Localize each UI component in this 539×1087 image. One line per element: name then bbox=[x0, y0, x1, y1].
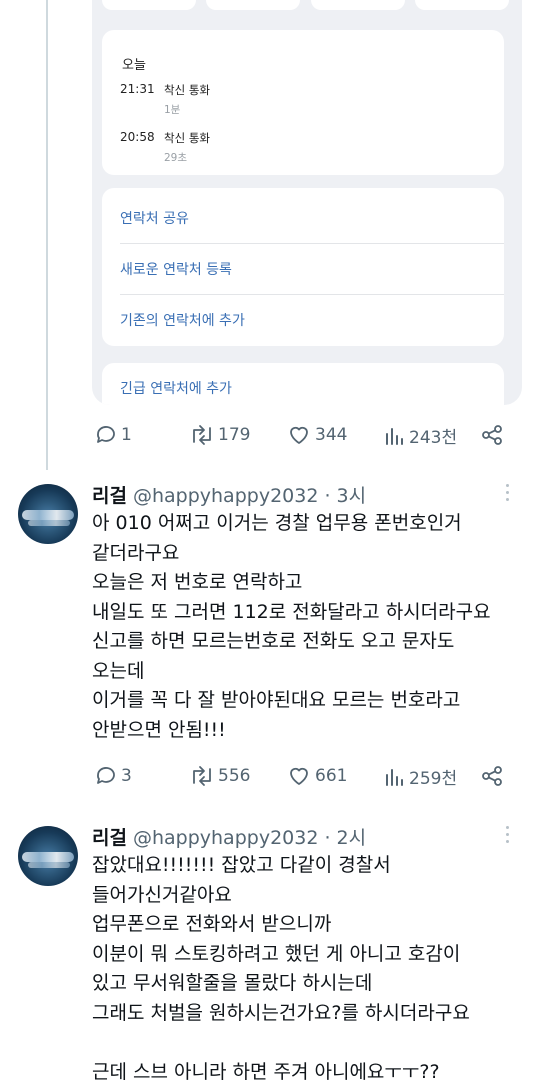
tweet-line: 이분이 뭐 스토킹하려고 했던 게 아니고 호감이 bbox=[92, 940, 532, 970]
more-options-icon[interactable] bbox=[506, 484, 510, 505]
tweet-line: 오늘은 저 번호로 연락하고 bbox=[92, 568, 532, 598]
call-type: 착신 통화 bbox=[164, 82, 210, 98]
top-button-2 bbox=[206, 0, 300, 10]
share-icon bbox=[480, 423, 504, 447]
tweet-line bbox=[92, 1028, 532, 1058]
tweet-line: 잡았대요!!!!!!! 잡았고 다같이 경찰서 bbox=[92, 851, 532, 881]
call-duration: 1분 bbox=[164, 102, 180, 117]
reply-icon bbox=[94, 423, 118, 447]
retweet-button[interactable]: 179 bbox=[189, 423, 250, 447]
share-contact-action: 연락처 공유 bbox=[120, 208, 189, 228]
tweet-text: 잡았대요!!!!!!! 잡았고 다같이 경찰서 들어가신거같아요 업무폰으로 전… bbox=[92, 851, 532, 1087]
call-history-card: 오늘 21:31 착신 통화 1분 20:58 착신 통화 29초 bbox=[102, 30, 504, 175]
handle-and-time[interactable]: @happyhappy2032 · 3시 bbox=[133, 485, 366, 507]
tweet-header: 리걸 @happyhappy2032 · 2시 bbox=[92, 823, 366, 850]
display-name[interactable]: 리걸 bbox=[92, 485, 127, 507]
avatar[interactable] bbox=[18, 484, 78, 544]
share-button[interactable] bbox=[480, 423, 504, 447]
top-button-1 bbox=[102, 0, 196, 10]
call-time: 20:58 bbox=[120, 130, 155, 144]
heart-icon bbox=[286, 764, 312, 788]
emergency-contact-action: 긴급 연락처에 추가 bbox=[120, 378, 232, 398]
reply-icon bbox=[94, 764, 118, 788]
retweet-count: 179 bbox=[218, 425, 250, 445]
thread-connector-line bbox=[46, 0, 48, 470]
more-options-icon[interactable] bbox=[506, 826, 510, 847]
tweet-header: 리걸 @happyhappy2032 · 3시 bbox=[92, 481, 366, 508]
tweet-line: 그래도 처벌을 원하시는건가요?를 하시더라구요 bbox=[92, 999, 532, 1029]
tweet-text: 아 010 어쩌고 이거는 경찰 업무용 폰번호인거 같더라구요 오늘은 저 번… bbox=[92, 509, 532, 745]
reply-count: 3 bbox=[121, 766, 132, 786]
new-contact-action: 새로운 연락처 등록 bbox=[120, 259, 232, 279]
tweet-line: 업무폰으로 전화와서 받으니까 bbox=[92, 910, 532, 940]
tweet-line: 있고 무서워할줄을 몰랐다 하시는데 bbox=[92, 969, 532, 999]
share-icon bbox=[480, 764, 504, 788]
top-button-4 bbox=[415, 0, 509, 10]
views-count: 243천 bbox=[409, 423, 457, 448]
tweet-action-bar: 1 179 344 243천 bbox=[92, 423, 522, 453]
tweet-line: 이거를 꼭 다 잘 받아야된대요 모르는 번호라고 bbox=[92, 686, 532, 716]
tweet-line: 아 010 어쩌고 이거는 경찰 업무용 폰번호인거 bbox=[92, 509, 532, 539]
add-existing-contact-action: 기존의 연락처에 추가 bbox=[120, 310, 245, 330]
call-type: 착신 통화 bbox=[164, 130, 210, 146]
heart-icon bbox=[286, 423, 312, 447]
views-icon bbox=[384, 765, 406, 789]
views-count: 259천 bbox=[409, 764, 457, 789]
display-name[interactable]: 리걸 bbox=[92, 827, 127, 849]
embedded-image[interactable]: 오늘 21:31 착신 통화 1분 20:58 착신 통화 29초 연락처 공유… bbox=[92, 0, 522, 405]
avatar[interactable] bbox=[18, 826, 78, 886]
contact-actions-card: 연락처 공유 새로운 연락처 등록 기존의 연락처에 추가 bbox=[102, 188, 504, 346]
tweet-line: 들어가신거같아요 bbox=[92, 881, 532, 911]
like-button[interactable]: 344 bbox=[286, 423, 347, 447]
divider bbox=[120, 243, 504, 244]
views-button[interactable]: 243천 bbox=[384, 423, 457, 448]
tweet-line: 내일도 또 그러면 112로 전화달라고 하시더라구요 bbox=[92, 598, 532, 628]
retweet-count: 556 bbox=[218, 766, 250, 786]
tweet-line: 근데 스브 아니라 하면 주겨 아니에요ㅜㅜ?? bbox=[92, 1058, 532, 1087]
call-time: 21:31 bbox=[120, 82, 155, 96]
call-duration: 29초 bbox=[164, 150, 187, 165]
tweet-line: 오는데 bbox=[92, 657, 532, 687]
top-button-3 bbox=[311, 0, 405, 10]
emergency-contact-card: 긴급 연락처에 추가 bbox=[102, 363, 504, 405]
tweet-line: 안받으면 안됨!!! bbox=[92, 716, 532, 746]
call-history-title: 오늘 bbox=[122, 54, 146, 73]
retweet-icon bbox=[189, 764, 215, 788]
tweet-action-bar: 3 556 661 259천 bbox=[92, 764, 522, 794]
reply-count: 1 bbox=[121, 425, 132, 445]
retweet-button[interactable]: 556 bbox=[189, 764, 250, 788]
reply-button[interactable]: 3 bbox=[94, 764, 132, 788]
like-button[interactable]: 661 bbox=[286, 764, 347, 788]
tweet-line: 신고를 하면 모르는번호로 전화도 오고 문자도 bbox=[92, 627, 532, 657]
like-count: 661 bbox=[315, 766, 347, 786]
divider bbox=[120, 294, 504, 295]
share-button[interactable] bbox=[480, 764, 504, 788]
retweet-icon bbox=[189, 423, 215, 447]
handle-and-time[interactable]: @happyhappy2032 · 2시 bbox=[133, 827, 366, 849]
like-count: 344 bbox=[315, 425, 347, 445]
views-icon bbox=[384, 424, 406, 448]
reply-button[interactable]: 1 bbox=[94, 423, 132, 447]
views-button[interactable]: 259천 bbox=[384, 764, 457, 789]
tweet-line: 같더라구요 bbox=[92, 539, 532, 569]
